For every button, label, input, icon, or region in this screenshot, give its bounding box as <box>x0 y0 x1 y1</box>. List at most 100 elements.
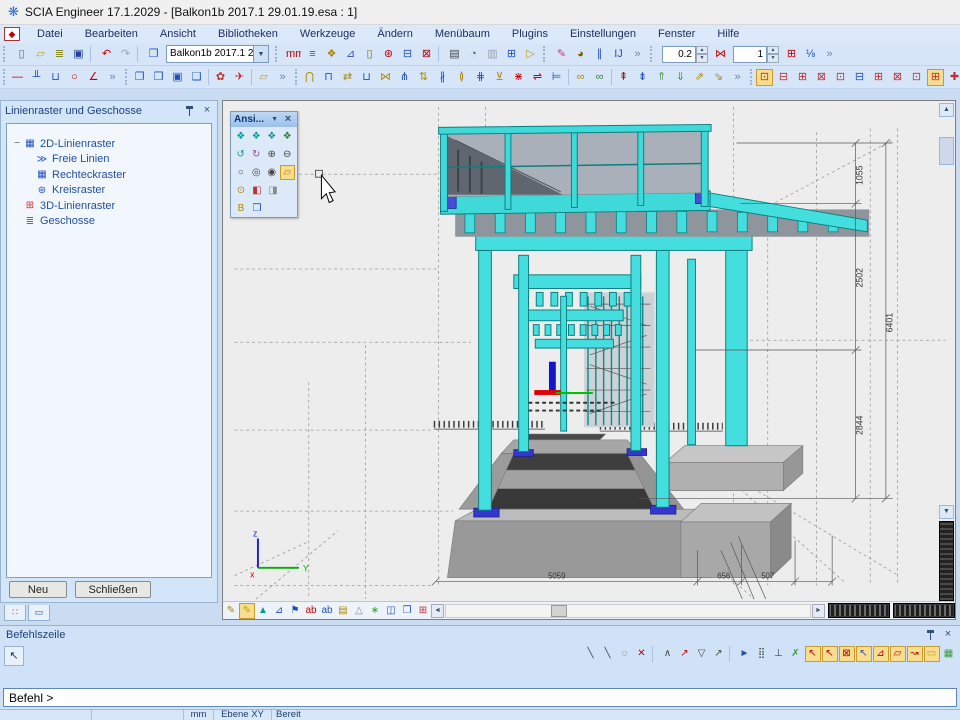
report-icon[interactable]: ▷ <box>522 46 539 63</box>
glasses-yellow-icon[interactable]: ∞ <box>572 69 589 86</box>
view-top-icon[interactable]: ❖ <box>280 129 295 144</box>
node-tool-icon[interactable]: ⊡ <box>756 69 773 86</box>
menu-menuebaum[interactable]: Menübaum <box>424 26 501 42</box>
flower-icon[interactable]: ✿ <box>212 69 229 86</box>
print-preview-icon[interactable]: ◔ <box>465 46 482 63</box>
spin-up-icon[interactable]: ▲ <box>696 46 708 55</box>
pitch-icon[interactable]: ⋔ <box>396 69 413 86</box>
snap-tri-icon[interactable]: ▽ <box>694 646 710 662</box>
node-tool-icon[interactable]: ⊞ <box>870 69 887 86</box>
close-icon[interactable]: × <box>282 114 294 126</box>
pen-icon[interactable]: ✎ <box>223 603 239 619</box>
graph-icon[interactable]: ⊿ <box>271 603 287 619</box>
snap-grid-icon[interactable]: ⣿ <box>754 646 770 662</box>
striped-ruler-widget[interactable] <box>828 603 890 618</box>
menu-aendern[interactable]: Ändern <box>366 26 423 42</box>
view-side-icon[interactable]: ❖ <box>265 129 280 144</box>
angle-icon[interactable]: ∠ <box>85 69 102 86</box>
move-icon[interactable]: ❒ <box>150 69 167 86</box>
menu-ansicht[interactable]: Ansicht <box>149 26 207 42</box>
rotate-left-icon[interactable]: ↺ <box>234 147 249 162</box>
plane-icon[interactable]: ✈ <box>231 69 248 86</box>
overflow-icon[interactable]: » <box>729 69 746 86</box>
zoom-in-icon[interactable]: ⊕ <box>265 147 280 162</box>
snap-line2-icon[interactable]: ╲ <box>600 646 616 662</box>
menu-fenster[interactable]: Fenster <box>647 26 706 42</box>
beam-icon[interactable]: — <box>9 69 26 86</box>
scia-logo-icon[interactable]: ◆ <box>4 27 20 41</box>
paint-icon[interactable]: ✎ <box>553 46 570 63</box>
print-icon[interactable]: ▤ <box>446 46 463 63</box>
star-op-icon[interactable]: ⋇ <box>510 69 527 86</box>
arrow-up-red-icon[interactable]: ⇞ <box>615 69 632 86</box>
layers-icon[interactable]: ≡ <box>304 46 321 63</box>
snap-delete-icon[interactable]: ✕ <box>634 646 650 662</box>
menu-bearbeiten[interactable]: Bearbeiten <box>74 26 149 42</box>
factor-spinner[interactable]: 1 ▲▼ <box>733 46 779 63</box>
node-grid-icon[interactable]: ⊞ <box>927 69 944 86</box>
glasses-green-icon[interactable]: ∞ <box>591 69 608 86</box>
rail-icon[interactable]: ⊠ <box>418 46 435 63</box>
base-icon[interactable]: ⊔ <box>358 69 375 86</box>
menu-hilfe[interactable]: Hilfe <box>706 26 750 42</box>
crosshair-icon[interactable]: ✚ <box>946 69 960 86</box>
scroll-right-icon[interactable]: ► <box>812 604 825 618</box>
node-tool-icon[interactable]: ⊡ <box>908 69 925 86</box>
support-icon[interactable]: ⊔ <box>47 69 64 86</box>
joint-icon[interactable]: ⊓ <box>320 69 337 86</box>
menu-werkzeuge[interactable]: Werkzeuge <box>289 26 366 42</box>
coord-xy-icon[interactable]: ⊿ <box>342 46 359 63</box>
overflow-icon[interactable]: » <box>274 69 291 86</box>
folder-icon[interactable]: ▱ <box>255 69 272 86</box>
connect-icon[interactable]: ⋂ <box>301 69 318 86</box>
snap-node-icon[interactable]: ↖ <box>805 646 821 662</box>
b-view-icon[interactable]: B <box>234 201 249 216</box>
zoom-doc-icon[interactable]: ◕ <box>572 46 589 63</box>
updown-icon[interactable]: ⇅ <box>415 69 432 86</box>
panel-tab-grid[interactable]: ∷ <box>4 605 26 621</box>
command-input[interactable]: Befehl > <box>3 688 957 707</box>
pin-icon[interactable] <box>926 630 936 640</box>
models-icon[interactable]: ⊨ <box>548 69 565 86</box>
arrow-up-green-icon[interactable]: ⇑ <box>653 69 670 86</box>
arrow-down-green-icon[interactable]: ⇓ <box>672 69 689 86</box>
cone-icon[interactable]: △ <box>351 603 367 619</box>
window1-icon[interactable]: ◫ <box>383 603 399 619</box>
arrow-ne-icon[interactable]: ⇗ <box>691 69 708 86</box>
arrow-down-blue-icon[interactable]: ⇟ <box>634 69 651 86</box>
ansicht-toolbar-header[interactable]: Ansi... ▼ × <box>231 112 297 127</box>
scroll-up-icon[interactable]: ▲ <box>939 103 954 117</box>
axis-icon[interactable]: ▲ <box>255 603 271 619</box>
copy-icon[interactable]: ❐ <box>131 69 148 86</box>
toolbar-grip[interactable] <box>295 69 297 85</box>
xor-icon[interactable]: ⊻ <box>491 69 508 86</box>
bed-icon[interactable]: ⊟ <box>399 46 416 63</box>
chevron-down-icon[interactable]: ▼ <box>254 45 269 63</box>
menu-plugins[interactable]: Plugins <box>501 26 559 42</box>
snap-arc-icon[interactable]: ↝ <box>907 646 923 662</box>
equilibrium-icon[interactable]: ⇌ <box>529 69 546 86</box>
tree-freie-linien[interactable]: ≫ Freie Linien <box>7 152 211 168</box>
cursor-mode-button[interactable]: ↖ <box>4 646 24 666</box>
snap-ruler-icon[interactable]: ▭ <box>924 646 940 662</box>
document-props-icon[interactable]: ❖ <box>323 46 340 63</box>
surface-icon[interactable]: ▤ <box>335 603 351 619</box>
snap-line-icon[interactable]: ╲ <box>583 646 599 662</box>
zoom-out-icon[interactable]: ⊖ <box>280 147 295 162</box>
model-viewport[interactable]: z Y x 1055 2502 <box>222 100 956 620</box>
snap-off-icon[interactable]: ✗ <box>788 646 804 662</box>
snap-ortho-icon[interactable]: ⊿ <box>873 646 889 662</box>
table-icon[interactable]: ⊞ <box>783 46 800 63</box>
snap-mid-icon[interactable]: ↖ <box>856 646 872 662</box>
project-window-icon[interactable]: ❐ <box>145 46 162 63</box>
overflow-icon[interactable]: » <box>629 46 646 63</box>
vertical-scrollbar-thumb[interactable] <box>939 137 954 165</box>
close-icon[interactable]: × <box>942 629 954 641</box>
scale-spinner[interactable]: 0.2 ▲▼ <box>662 46 708 63</box>
snap-cursor-icon[interactable]: ► <box>737 646 753 662</box>
node-tool-icon[interactable]: ⊟ <box>851 69 868 86</box>
swap-icon[interactable]: ⇄ <box>339 69 356 86</box>
horizontal-scrollbar[interactable] <box>445 604 811 618</box>
new-icon[interactable]: ▯ <box>13 46 30 63</box>
diagram-icon[interactable]: ∥ <box>591 46 608 63</box>
